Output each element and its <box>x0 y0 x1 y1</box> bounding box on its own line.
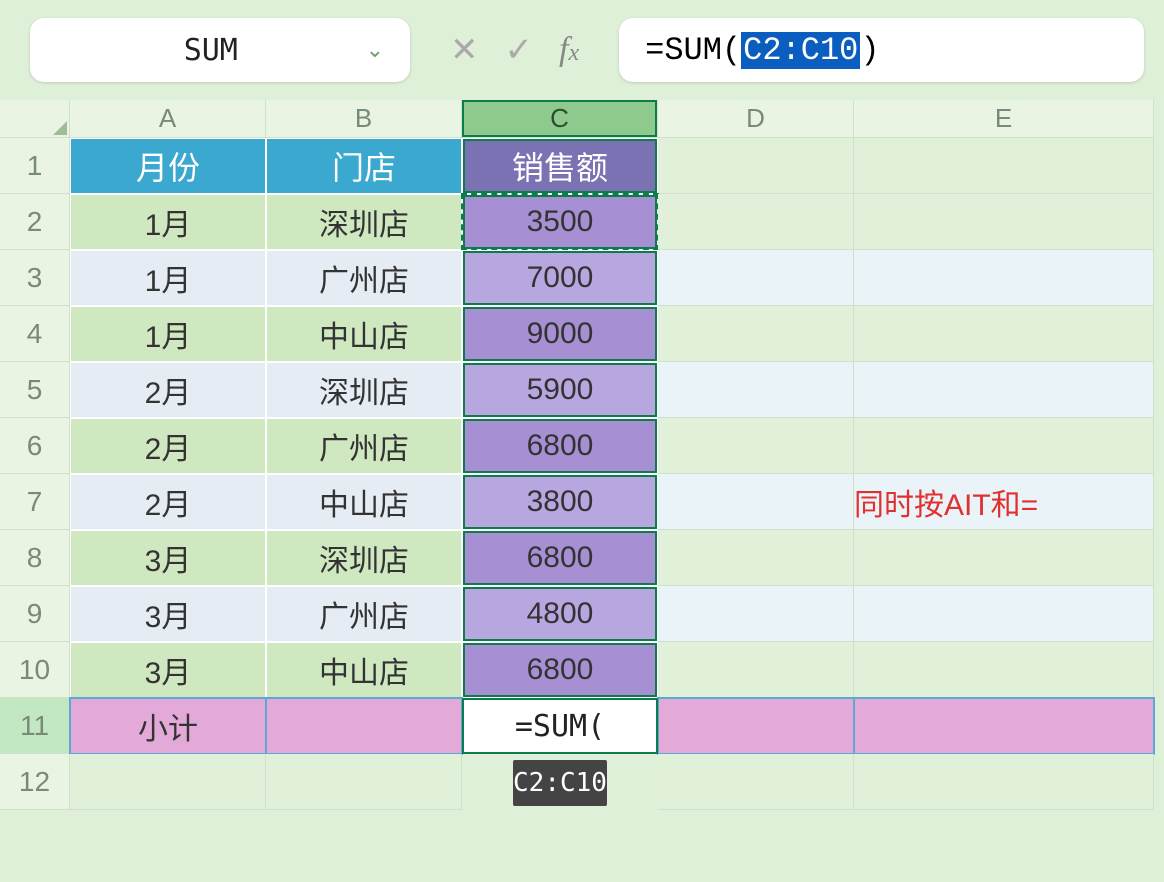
cell-E12[interactable] <box>854 754 1154 810</box>
cell-C8[interactable]: 6800 <box>462 530 658 586</box>
col-header-E[interactable]: E <box>854 100 1154 138</box>
cancel-icon[interactable]: ✕ <box>450 30 479 70</box>
cell-E1[interactable] <box>854 138 1154 194</box>
cell-C2[interactable]: 3500 <box>462 194 658 250</box>
cell-C4[interactable]: 9000 <box>462 306 658 362</box>
name-box-value: SUM <box>56 33 366 68</box>
row-header-12[interactable]: 12 <box>0 754 70 810</box>
cell-E10[interactable] <box>854 642 1154 698</box>
cell-B4[interactable]: 中山店 <box>266 306 462 362</box>
col-header-A[interactable]: A <box>70 100 266 138</box>
cell-B5[interactable]: 深圳店 <box>266 362 462 418</box>
cell-A6[interactable]: 2月 <box>70 418 266 474</box>
cell-C9[interactable]: 4800 <box>462 586 658 642</box>
cell-D6[interactable] <box>658 418 854 474</box>
cell-D8[interactable] <box>658 530 854 586</box>
cell-B11[interactable] <box>266 698 462 754</box>
cell-C1[interactable]: 销售额 <box>462 138 658 194</box>
spreadsheet-grid: A B C D E 1 月份 门店 销售额 2 1月 深圳店 3500 3 1月… <box>0 100 1164 810</box>
cell-D1[interactable] <box>658 138 854 194</box>
cell-A7[interactable]: 2月 <box>70 474 266 530</box>
cell-B2[interactable]: 深圳店 <box>266 194 462 250</box>
cell-E8[interactable] <box>854 530 1154 586</box>
formula-bar: SUM ⌄ ✕ ✓ fx =SUM(C2:C10) <box>0 0 1164 100</box>
name-box[interactable]: SUM ⌄ <box>30 18 410 82</box>
fx-icon[interactable]: fx <box>559 31 579 69</box>
row-header-9[interactable]: 9 <box>0 586 70 642</box>
cell-D4[interactable] <box>658 306 854 362</box>
chevron-down-icon[interactable]: ⌄ <box>366 37 384 63</box>
cell-A1[interactable]: 月份 <box>70 138 266 194</box>
row-header-8[interactable]: 8 <box>0 530 70 586</box>
annotation-text: 同时按AIT和= <box>854 474 1154 530</box>
cell-B8[interactable]: 深圳店 <box>266 530 462 586</box>
cell-D11[interactable] <box>658 698 854 754</box>
cell-B3[interactable]: 广州店 <box>266 250 462 306</box>
formula-suffix: ) <box>860 32 879 69</box>
cell-E3[interactable] <box>854 250 1154 306</box>
cell-A2[interactable]: 1月 <box>70 194 266 250</box>
cell-C12[interactable]: C2:C10 <box>462 754 658 810</box>
cell-E5[interactable] <box>854 362 1154 418</box>
row-header-7[interactable]: 7 <box>0 474 70 530</box>
corner-triangle-icon <box>53 121 67 135</box>
row-header-2[interactable]: 2 <box>0 194 70 250</box>
cell-A5[interactable]: 2月 <box>70 362 266 418</box>
cell-E6[interactable] <box>854 418 1154 474</box>
cell-D9[interactable] <box>658 586 854 642</box>
cell-B6[interactable]: 广州店 <box>266 418 462 474</box>
row-header-5[interactable]: 5 <box>0 362 70 418</box>
cell-A9[interactable]: 3月 <box>70 586 266 642</box>
select-all-corner[interactable] <box>0 100 70 138</box>
cell-E11[interactable] <box>854 698 1154 754</box>
formula-actions: ✕ ✓ fx <box>450 30 579 70</box>
formula-highlight: C2:C10 <box>741 32 860 69</box>
cell-A10[interactable]: 3月 <box>70 642 266 698</box>
cell-D3[interactable] <box>658 250 854 306</box>
row-header-4[interactable]: 4 <box>0 306 70 362</box>
col-header-C[interactable]: C <box>462 100 658 138</box>
cell-A12[interactable] <box>70 754 266 810</box>
cell-D10[interactable] <box>658 642 854 698</box>
cell-C3[interactable]: 7000 <box>462 250 658 306</box>
cell-A3[interactable]: 1月 <box>70 250 266 306</box>
cell-E2[interactable] <box>854 194 1154 250</box>
row-header-3[interactable]: 3 <box>0 250 70 306</box>
cell-D7[interactable] <box>658 474 854 530</box>
cell-C5[interactable]: 5900 <box>462 362 658 418</box>
cell-A11[interactable]: 小计 <box>70 698 266 754</box>
cell-B12[interactable] <box>266 754 462 810</box>
cell-B10[interactable]: 中山店 <box>266 642 462 698</box>
cell-C6[interactable]: 6800 <box>462 418 658 474</box>
row-header-6[interactable]: 6 <box>0 418 70 474</box>
cell-A8[interactable]: 3月 <box>70 530 266 586</box>
cell-B9[interactable]: 广州店 <box>266 586 462 642</box>
row-header-1[interactable]: 1 <box>0 138 70 194</box>
cell-D12[interactable] <box>658 754 854 810</box>
cell-D5[interactable] <box>658 362 854 418</box>
cell-C10[interactable]: 6800 <box>462 642 658 698</box>
cell-B1[interactable]: 门店 <box>266 138 462 194</box>
cell-D2[interactable] <box>658 194 854 250</box>
formula-prefix: =SUM( <box>645 32 741 69</box>
col-header-D[interactable]: D <box>658 100 854 138</box>
cell-C7[interactable]: 3800 <box>462 474 658 530</box>
formula-input[interactable]: =SUM(C2:C10) <box>619 18 1144 82</box>
col-header-B[interactable]: B <box>266 100 462 138</box>
row-header-10[interactable]: 10 <box>0 642 70 698</box>
row-header-11[interactable]: 11 <box>0 698 70 754</box>
formula-argument-tooltip: C2:C10 <box>513 760 607 806</box>
cell-E4[interactable] <box>854 306 1154 362</box>
cell-E9[interactable] <box>854 586 1154 642</box>
cell-C11-active[interactable]: =SUM( <box>462 698 658 754</box>
enter-icon[interactable]: ✓ <box>505 30 534 70</box>
cell-B7[interactable]: 中山店 <box>266 474 462 530</box>
cell-A4[interactable]: 1月 <box>70 306 266 362</box>
